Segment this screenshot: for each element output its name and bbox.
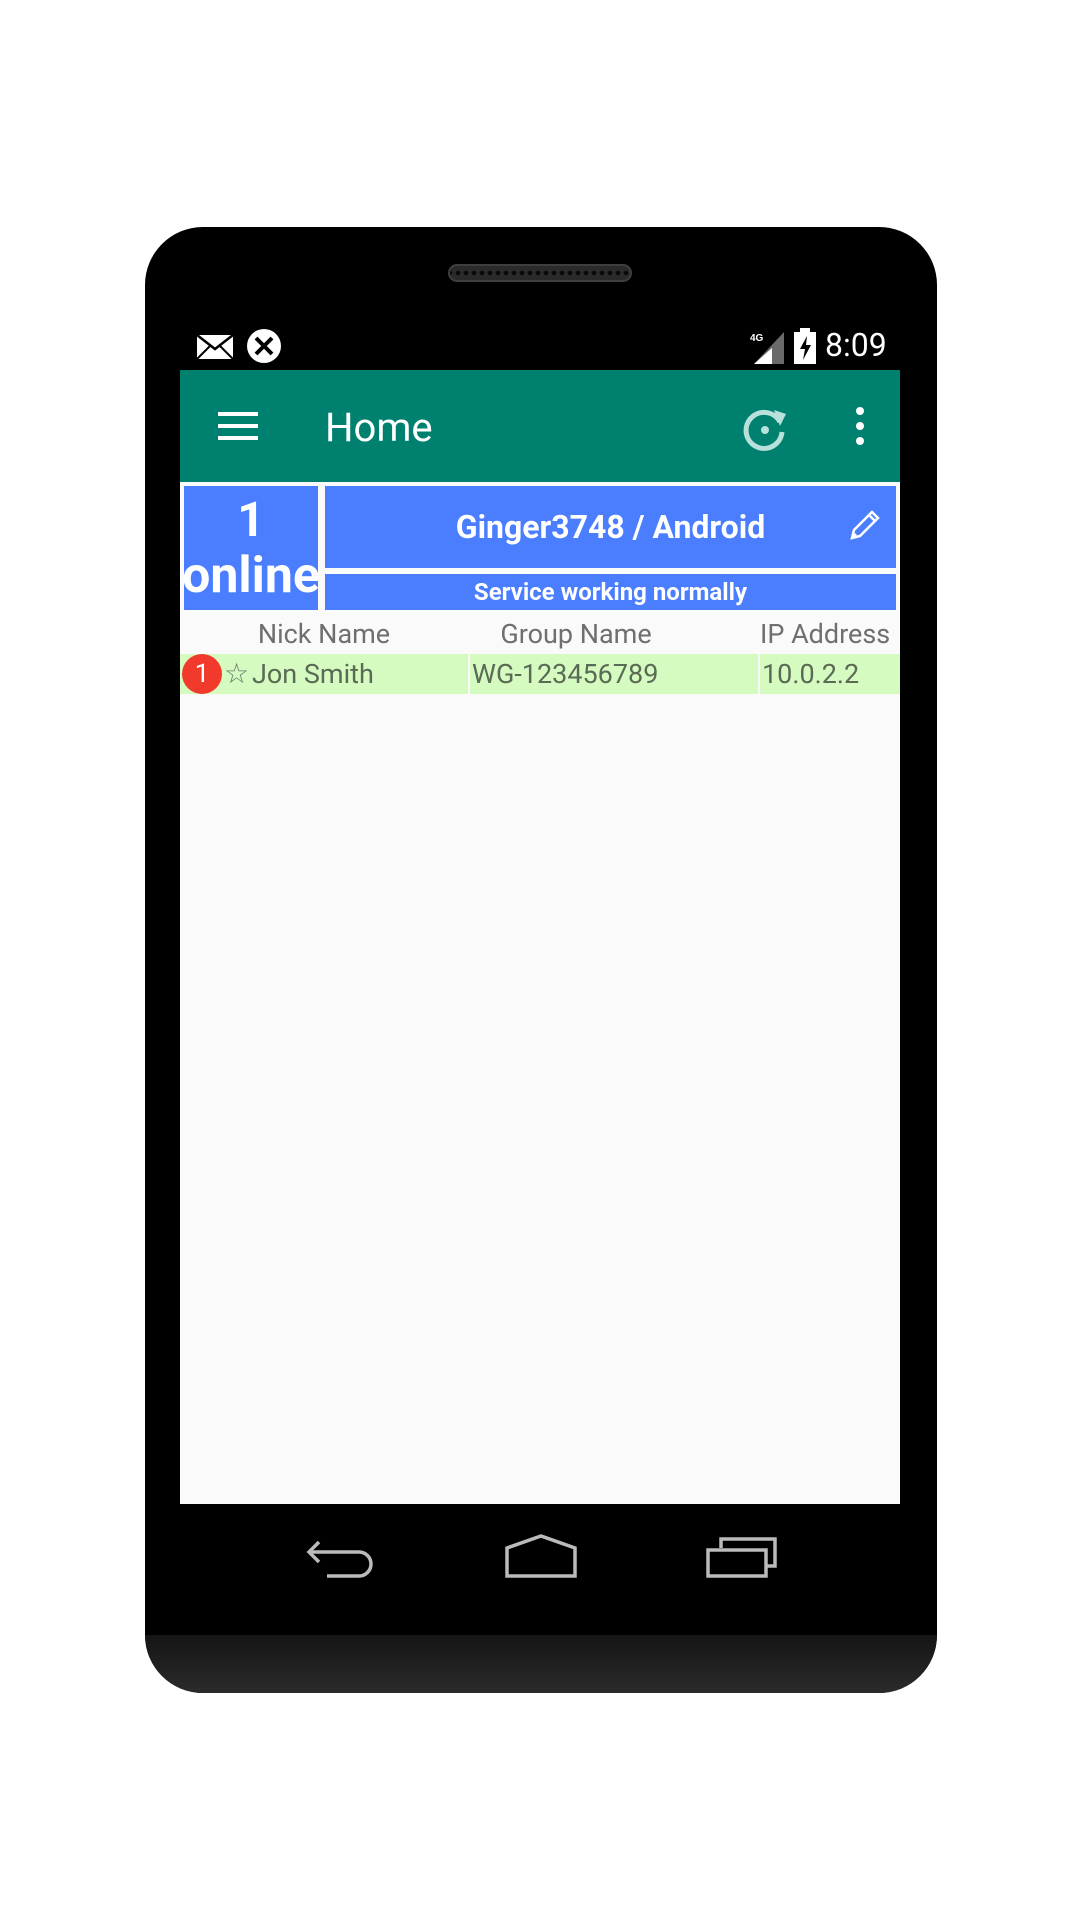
- online-count: 1: [237, 491, 265, 548]
- online-label: online: [182, 547, 320, 605]
- app-screen: Home 1 online Ginger3748 / Android Servi…: [180, 370, 900, 1504]
- group-name: WG-123456789: [472, 658, 659, 690]
- phone-chin: [145, 1635, 937, 1693]
- ip-cell: 10.0.2.2: [760, 654, 900, 694]
- table-row[interactable]: 1 ☆ Jon Smith WG-123456789 10.0.2.2: [180, 654, 900, 694]
- device-name-box[interactable]: Ginger3748 / Android: [325, 486, 896, 568]
- column-header-ip[interactable]: IP Address: [760, 618, 900, 652]
- recents-icon[interactable]: [705, 1536, 779, 1578]
- service-status: Service working normally: [473, 578, 748, 606]
- x-circle-icon: [247, 329, 281, 363]
- device-name: Ginger3748 / Android: [455, 508, 766, 546]
- group-cell: WG-123456789: [470, 654, 758, 694]
- online-count-box: 1 online: [182, 486, 320, 610]
- svg-text:4G: 4G: [750, 333, 764, 344]
- back-icon[interactable]: [305, 1538, 375, 1578]
- menu-icon[interactable]: [218, 410, 258, 442]
- nick-name: Jon Smith: [252, 658, 374, 690]
- home-icon[interactable]: [503, 1534, 579, 1578]
- navigation-bar: [145, 1504, 937, 1635]
- status-bar: 4G 8:09: [180, 322, 900, 370]
- service-status-bar: Service working normally: [325, 574, 896, 610]
- refresh-icon[interactable]: [740, 404, 790, 454]
- nick-cell: 1 ☆ Jon Smith: [180, 654, 468, 694]
- app-bar: Home: [180, 370, 900, 482]
- page-title: Home: [325, 404, 433, 451]
- battery-charging-icon: [794, 328, 816, 364]
- unread-badge: 1: [182, 654, 222, 694]
- signal-icon: 4G: [750, 332, 784, 364]
- edit-icon[interactable]: [846, 508, 882, 544]
- ip-address: 10.0.2.2: [762, 658, 860, 690]
- speaker-grille: [448, 264, 632, 282]
- overflow-menu-icon[interactable]: [854, 406, 866, 446]
- mail-icon: [196, 334, 234, 360]
- column-header-nick[interactable]: Nick Name: [220, 618, 428, 652]
- column-header-group[interactable]: Group Name: [470, 618, 682, 652]
- clock: 8:09: [825, 326, 887, 364]
- star-icon[interactable]: ☆: [224, 654, 249, 694]
